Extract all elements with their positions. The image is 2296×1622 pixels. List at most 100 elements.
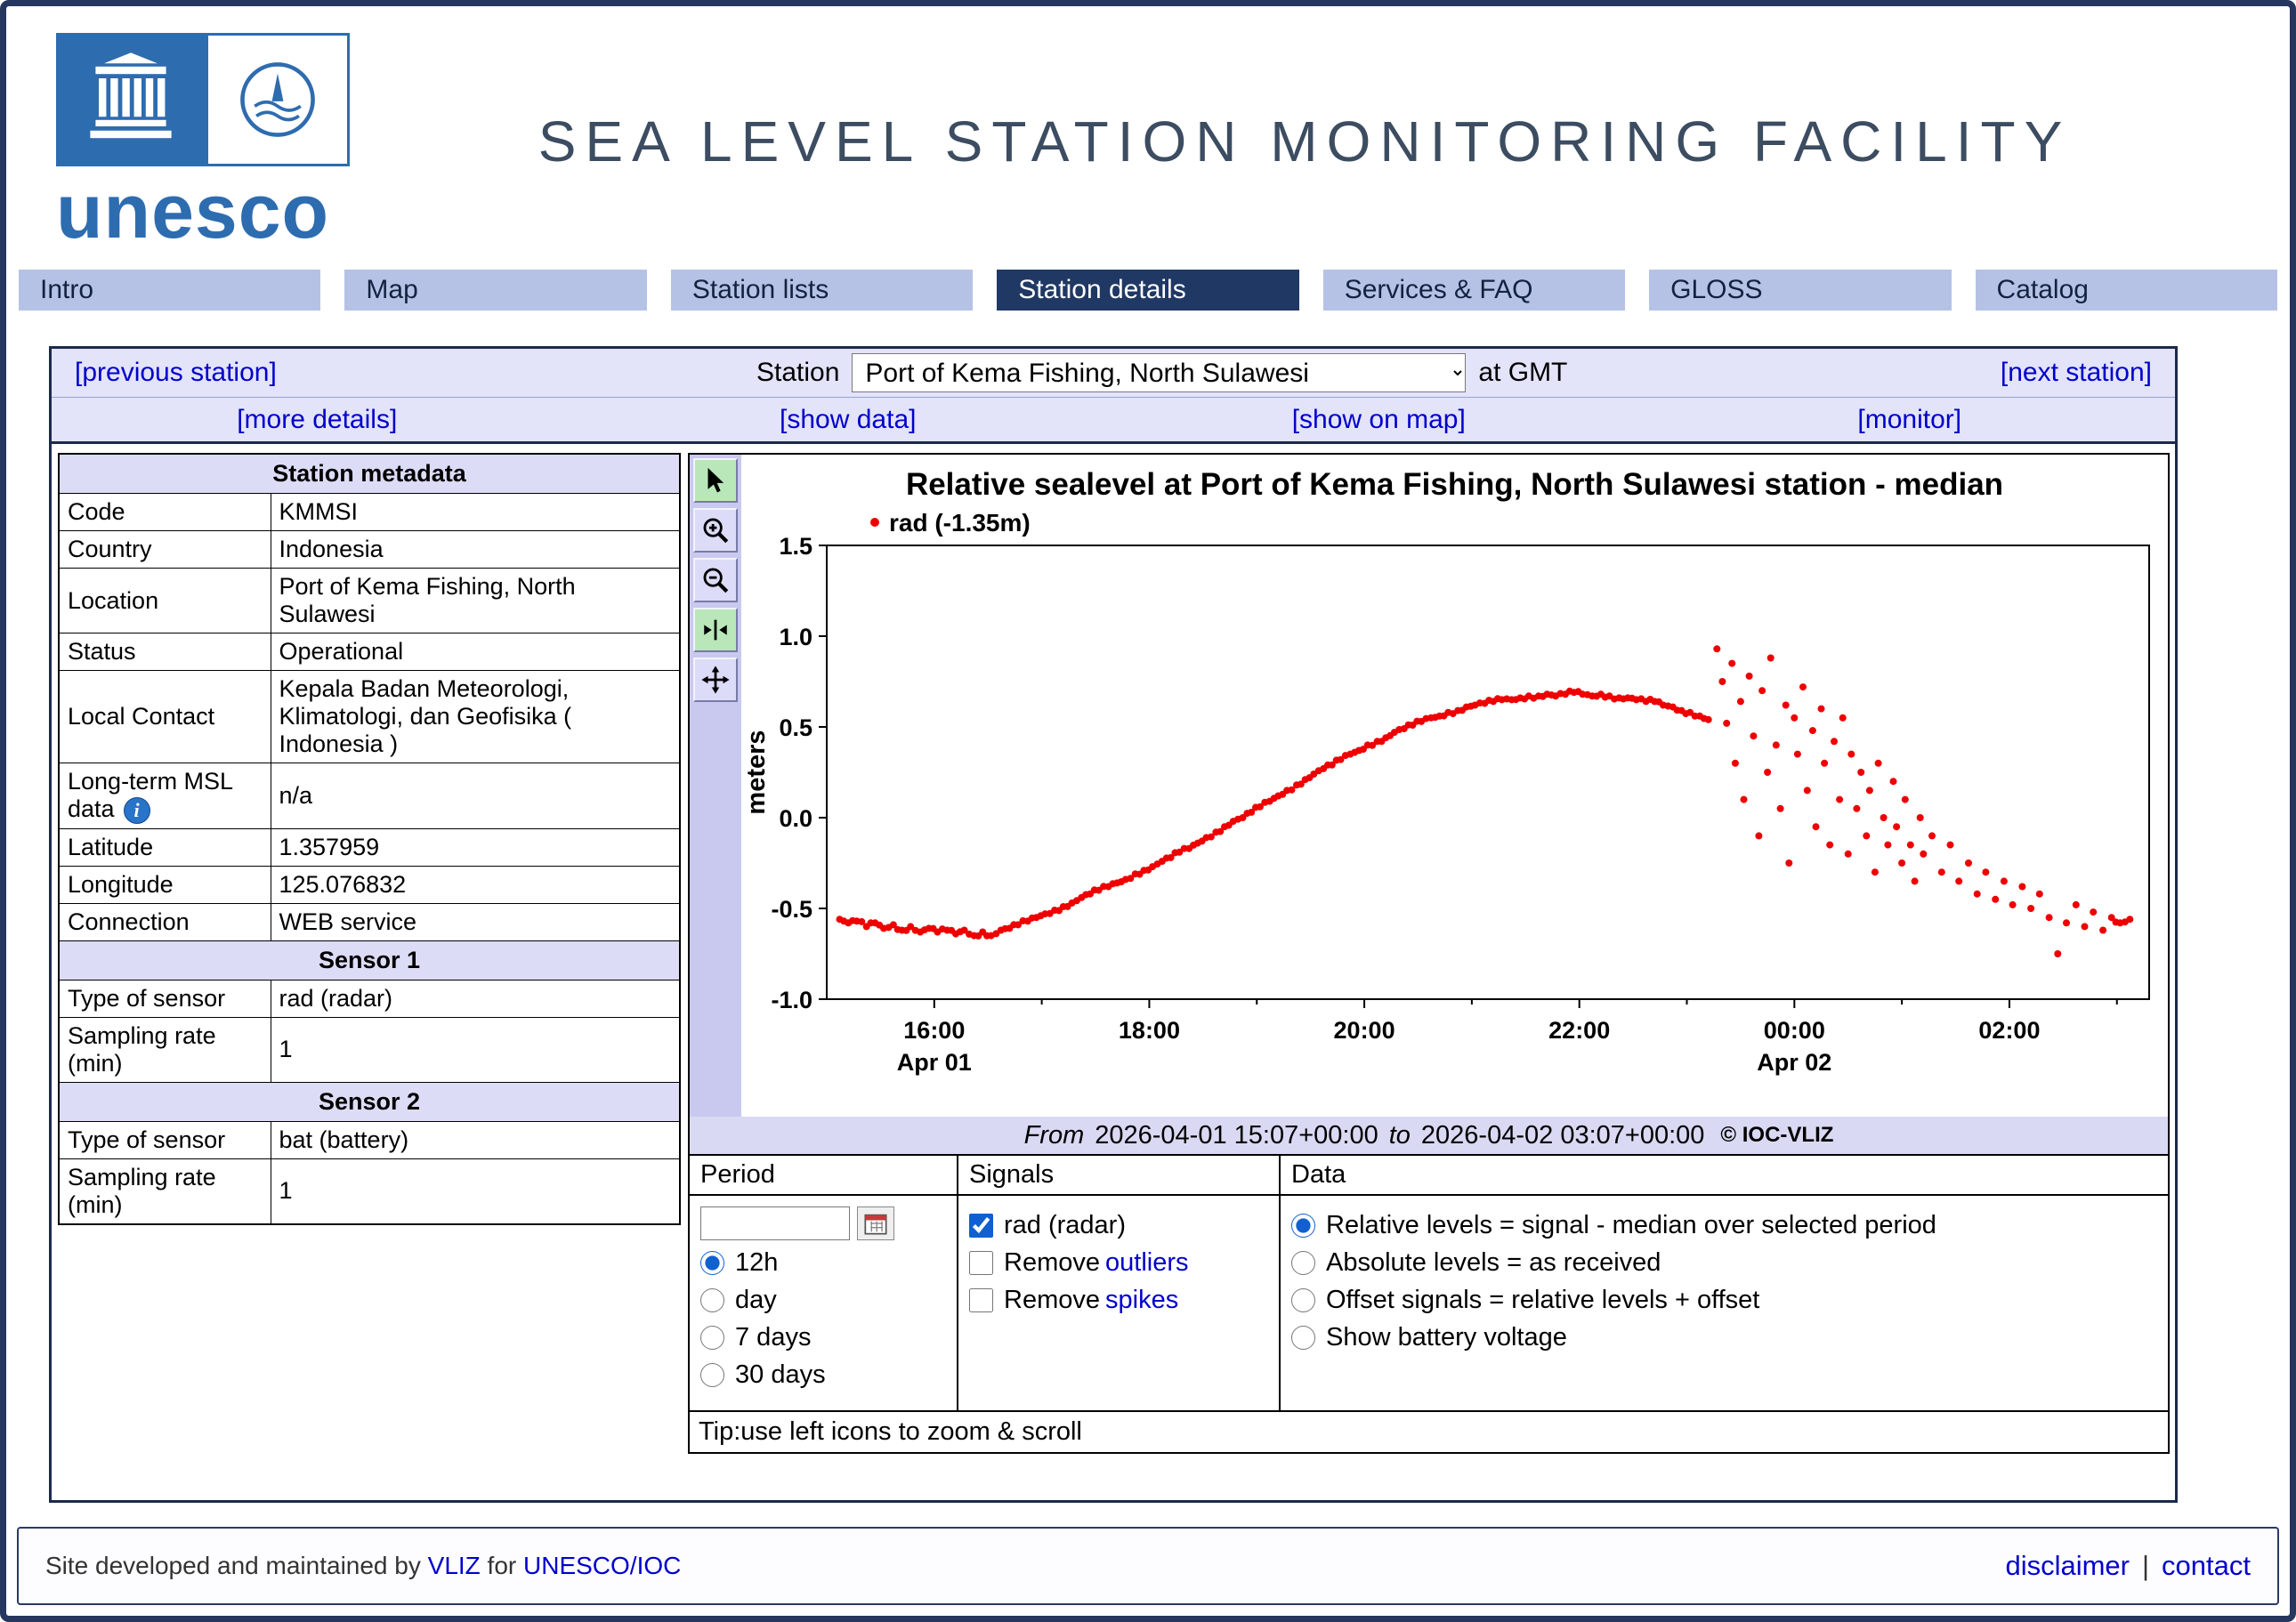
quick-links-row: [more details][show data][show on map][m… <box>52 398 2175 444</box>
data-option[interactable]: Show battery voltage <box>1291 1323 2157 1352</box>
signal-remove-outliers-checkbox[interactable] <box>969 1251 993 1275</box>
data-label: Relative levels = signal - median over s… <box>1326 1211 1936 1240</box>
data-option[interactable]: Relative levels = signal - median over s… <box>1291 1211 2157 1240</box>
content-area: Station metadataCodeKMMSICountryIndonesi… <box>52 444 2175 1454</box>
metadata-label: Type of sensor <box>59 980 271 1017</box>
period-30-days-radio[interactable] <box>700 1363 724 1387</box>
metadata-value: n/a <box>271 763 680 829</box>
signal-remove-spikes-checkbox[interactable] <box>969 1288 993 1312</box>
tab-station-details[interactable]: Station details <box>997 270 1298 311</box>
metadata-label: Type of sensor <box>59 1121 271 1158</box>
metadata-section-header: Sensor 1 <box>59 940 680 980</box>
metadata-value: rad (radar) <box>271 980 680 1017</box>
metadata-section-header: Station metadata <box>59 454 680 494</box>
metadata-row: CodeKMMSI <box>59 494 680 531</box>
period-day-radio[interactable] <box>700 1288 724 1312</box>
info-icon[interactable]: i <box>124 797 150 824</box>
metadata-value: 1 <box>271 1158 680 1224</box>
svg-text:0.0: 0.0 <box>779 805 812 832</box>
caption-credit: © IOC-VLIZ <box>1720 1123 1833 1148</box>
caption-start-datetime: 2026-04-01 15:07+00:00 <box>1095 1121 1378 1150</box>
metadata-label: Longitude <box>59 866 271 903</box>
toolbar-zoom-extent-button[interactable] <box>693 608 738 652</box>
contact-link[interactable]: contact <box>2162 1550 2251 1582</box>
metadata-value: Port of Kema Fishing, North Sulawesi <box>271 569 680 633</box>
period-options: 12h day 7 days 30 days <box>700 1248 946 1390</box>
monitor-link[interactable]: [monitor] <box>1645 405 2176 435</box>
data-offset-signals-relative-levels-offset-radio[interactable] <box>1291 1288 1315 1312</box>
data-absolute-levels-as-received-radio[interactable] <box>1291 1251 1315 1275</box>
metadata-section-header: Sensor 2 <box>59 1082 680 1121</box>
header: unesco SEA LEVEL STATION MONITORING FACI… <box>19 17 2277 266</box>
data-option[interactable]: Offset signals = relative levels + offse… <box>1291 1286 2157 1315</box>
period-option[interactable]: day <box>700 1286 946 1315</box>
data-relative-levels-signal-median-over-selected-period-radio[interactable] <box>1291 1214 1315 1238</box>
vliz-link[interactable]: VLIZ <box>428 1552 481 1579</box>
signal-option[interactable]: Remove spikes <box>969 1286 1268 1315</box>
metadata-table: Station metadataCodeKMMSICountryIndonesi… <box>58 453 681 1225</box>
period-label: 7 days <box>735 1323 811 1352</box>
toolbar-pointer-button[interactable] <box>693 458 738 503</box>
data-label: Absolute levels = as received <box>1326 1248 1661 1278</box>
show-data-link[interactable]: [show data] <box>583 405 1114 435</box>
period-option[interactable]: 7 days <box>700 1323 946 1352</box>
next-station-link[interactable]: [next station] <box>2001 358 2152 388</box>
show-on-map-link[interactable]: [show on map] <box>1113 405 1645 435</box>
svg-text:02:00: 02:00 <box>1978 1017 2040 1044</box>
svg-text:16:00: 16:00 <box>903 1017 965 1044</box>
period-7-days-radio[interactable] <box>700 1326 724 1350</box>
period-option[interactable]: 30 days <box>700 1360 946 1390</box>
metadata-value: Indonesia <box>271 531 680 569</box>
tip-text: Tip:use left icons to zoom & scroll <box>690 1410 2168 1452</box>
caption-end-datetime: 2026-04-02 03:07+00:00 <box>1421 1121 1704 1150</box>
unesco-logo: unesco <box>19 33 350 250</box>
period-option[interactable]: 12h <box>700 1248 946 1278</box>
tab-map[interactable]: Map <box>344 270 646 311</box>
chart-toolbar <box>690 455 741 1117</box>
calendar-icon[interactable] <box>857 1206 894 1240</box>
metadata-label: Local Contact <box>59 671 271 763</box>
metadata-row: Latitude1.357959 <box>59 828 680 866</box>
gmt-label: at GMT <box>1478 358 1567 388</box>
ioc-logo-icon <box>206 33 350 166</box>
metadata-value: Operational <box>271 633 680 671</box>
disclaimer-link[interactable]: disclaimer <box>2005 1550 2130 1582</box>
toolbar-pan-button[interactable] <box>693 658 738 702</box>
svg-text:meters: meters <box>742 730 771 814</box>
metadata-label: Latitude <box>59 828 271 866</box>
signal-label: Remove <box>1004 1286 1100 1315</box>
outliers-link[interactable]: outliers <box>1105 1248 1189 1278</box>
spikes-link[interactable]: spikes <box>1105 1286 1178 1315</box>
signal-rad-radar-checkbox[interactable] <box>969 1214 993 1238</box>
signal-option[interactable]: Remove outliers <box>969 1248 1268 1278</box>
tab-station-lists[interactable]: Station lists <box>671 270 973 311</box>
more-details-link[interactable]: [more details] <box>52 405 583 435</box>
station-select[interactable]: Port of Kema Fishing, North Sulawesi <box>852 353 1466 392</box>
svg-text:18:00: 18:00 <box>1119 1017 1180 1044</box>
data-option[interactable]: Absolute levels = as received <box>1291 1248 2157 1278</box>
metadata-value: 1 <box>271 1017 680 1082</box>
data-header: Data <box>1281 1156 2168 1196</box>
svg-text:rad (-1.35m): rad (-1.35m) <box>889 509 1031 537</box>
tab-catalog[interactable]: Catalog <box>1976 270 2277 311</box>
period-date-input[interactable] <box>700 1206 850 1240</box>
main-panel: [previous station] Station Port of Kema … <box>49 346 2178 1503</box>
station-label: Station <box>756 358 839 388</box>
tab-gloss[interactable]: GLOSS <box>1649 270 1951 311</box>
metadata-row: ConnectionWEB service <box>59 903 680 940</box>
period-12h-radio[interactable] <box>700 1251 724 1275</box>
footer-credit-text: Site developed and maintained by VLIZ fo… <box>45 1552 681 1580</box>
previous-station-link[interactable]: [previous station] <box>75 358 277 388</box>
chart-panel: Relative sealevel at Port of Kema Fishin… <box>688 453 2170 1454</box>
tab-services-faq[interactable]: Services & FAQ <box>1323 270 1625 311</box>
metadata-row: Longitude125.076832 <box>59 866 680 903</box>
svg-text:00:00: 00:00 <box>1764 1017 1825 1044</box>
toolbar-zoom-in-button[interactable] <box>693 508 738 553</box>
unesco-ioc-link[interactable]: UNESCO/IOC <box>523 1552 681 1579</box>
tab-intro[interactable]: Intro <box>19 270 320 311</box>
data-show-battery-voltage-radio[interactable] <box>1291 1326 1315 1350</box>
signal-option[interactable]: rad (radar) <box>969 1211 1268 1240</box>
toolbar-zoom-out-button[interactable] <box>693 558 738 602</box>
sealevel-plot[interactable]: 1.51.00.50.0-0.5-1.016:00Apr 0118:0020:0… <box>741 504 2165 1117</box>
chart-title: Relative sealevel at Port of Kema Fishin… <box>741 455 2168 504</box>
